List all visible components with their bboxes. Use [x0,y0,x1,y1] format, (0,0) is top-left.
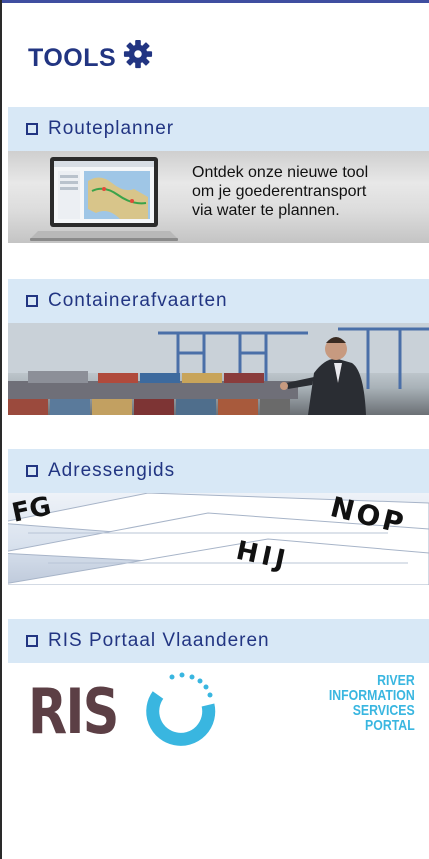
ris-logo-ring-icon [146,672,216,746]
tools-panel: TOOLS Routeplanner Ontdek onze nieuwe to… [0,0,429,859]
tools-header: TOOLS [28,38,153,78]
section-header-adressengids[interactable]: Adressengids [8,449,429,493]
checkbox-icon [26,635,38,647]
ris-tagline-line: RIVER [377,672,415,689]
tools-title: TOOLS [28,43,117,72]
container-port-image [8,323,429,415]
banner-text-line: om je goederentransport [192,183,367,200]
ris-tagline: RIVER INFORMATION SERVICES PORTAL [329,673,415,733]
banner-text-line: Ontdek onze nieuwe tool [192,164,369,181]
container-port-banner[interactable] [8,323,429,415]
checkbox-icon [26,295,38,307]
section-ris-portaal: RIS Portaal Vlaanderen RIS RIVER INFORMA… [8,619,429,771]
section-label-routeplanner: Routeplanner [48,118,175,139]
section-label-ris-portaal: RIS Portaal Vlaanderen [48,630,270,651]
ris-logo-text: RIS [28,675,119,748]
laptop-map-image [30,157,178,241]
top-border [0,0,429,3]
address-index-banner[interactable]: FG NOP HIJ [8,493,429,585]
section-header-containerafvaarten[interactable]: Containerafvaarten [8,279,429,323]
section-header-routeplanner[interactable]: Routeplanner [8,107,429,151]
gear-icon [124,39,153,69]
left-border [0,0,2,859]
section-label-adressengids: Adressengids [48,460,176,481]
section-adressengids: Adressengids FG NOP HIJ [8,449,429,585]
banner-text-line: via water te plannen. [192,202,340,219]
ris-tagline-line: PORTAL [365,717,415,734]
routeplanner-banner-text: Ontdek onze nieuwe tool om je goederentr… [192,163,427,220]
section-label-containerafvaarten: Containerafvaarten [48,290,228,311]
ris-logo-banner[interactable]: RIS RIVER INFORMATION SERVICES PORTAL [8,663,429,771]
section-header-ris-portaal[interactable]: RIS Portaal Vlaanderen [8,619,429,663]
checkbox-icon [26,123,38,135]
ris-tagline-line: INFORMATION [329,687,415,704]
checkbox-icon [26,465,38,477]
routeplanner-banner[interactable]: Ontdek onze nieuwe tool om je goederentr… [8,151,429,243]
section-containerafvaarten: Containerafvaarten [8,279,429,415]
ris-tagline-line: SERVICES [353,702,415,719]
section-routeplanner: Routeplanner Ontdek onze nieuwe tool om … [8,107,429,243]
